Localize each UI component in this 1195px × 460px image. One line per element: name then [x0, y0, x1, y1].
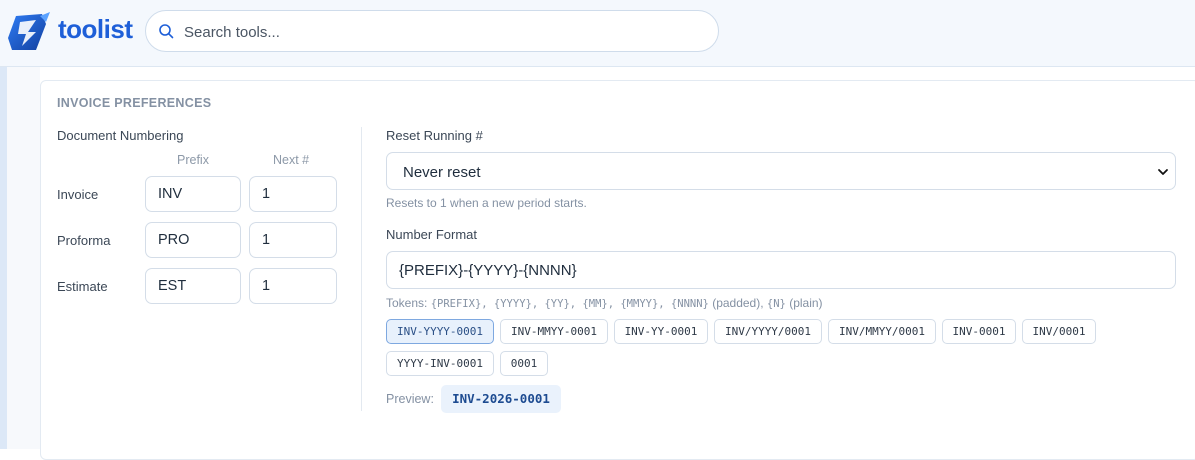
proforma-row-label: Proforma	[57, 233, 111, 248]
column-divider	[361, 127, 362, 411]
search-icon	[159, 24, 174, 39]
format-preset-chip[interactable]: YYYY-INV-0001	[386, 351, 494, 376]
brand-name[interactable]: toolist	[58, 14, 133, 45]
tokens-codes: {PREFIX}, {YYYY}, {YY}, {MM}, {MMYY}, {N…	[430, 298, 709, 310]
proforma-next-number-input[interactable]	[249, 222, 337, 258]
tokens-plain-note: (plain)	[785, 296, 823, 310]
format-preset-chip[interactable]: INV/MMYY/0001	[828, 319, 936, 344]
number-format-input[interactable]	[386, 251, 1176, 289]
format-preset-chip[interactable]: INV/YYYY/0001	[714, 319, 822, 344]
invoice-next-number-input[interactable]	[249, 176, 337, 212]
estimate-row-label: Estimate	[57, 279, 108, 294]
sidebar-edge	[0, 67, 7, 449]
tokens-padded-note: (padded),	[708, 296, 767, 310]
reset-help-text: Resets to 1 when a new period starts.	[386, 196, 587, 210]
section-title: INVOICE PREFERENCES	[57, 96, 212, 110]
toolist-logo-icon[interactable]	[6, 10, 52, 54]
preview-label: Preview:	[386, 392, 434, 406]
estimate-next-number-input[interactable]	[249, 268, 337, 304]
reset-running-select[interactable]: Never reset	[386, 152, 1176, 190]
number-format-label: Number Format	[386, 227, 478, 242]
top-header: toolist	[0, 0, 1195, 67]
tokens-prefix: Tokens:	[386, 296, 431, 310]
tokens-help-text: Tokens: {PREFIX}, {YYYY}, {YY}, {MM}, {M…	[386, 296, 823, 310]
estimate-prefix-input[interactable]	[145, 268, 241, 304]
search-input[interactable]	[182, 19, 686, 45]
page-gutter	[7, 67, 40, 449]
preview-value-badge: INV-2026-0001	[441, 385, 561, 413]
chevron-down-icon	[1158, 169, 1168, 175]
search-bar[interactable]	[145, 10, 719, 52]
next-number-column-header: Next #	[273, 153, 310, 167]
tokens-n-code: {N}	[766, 298, 786, 310]
format-preset-chip[interactable]: INV-YY-0001	[614, 319, 708, 344]
format-preset-chip[interactable]: 0001	[500, 351, 548, 376]
reset-running-selected-value: Never reset	[403, 164, 481, 181]
format-preset-chip[interactable]: INV-YYYY-0001	[386, 319, 494, 344]
format-preset-chip[interactable]: INV-0001	[942, 319, 1016, 344]
proforma-prefix-input[interactable]	[145, 222, 241, 258]
invoice-row-label: Invoice	[57, 187, 99, 202]
format-preset-chip[interactable]: INV/0001	[1022, 319, 1096, 344]
invoice-prefix-input[interactable]	[145, 176, 241, 212]
reset-running-label: Reset Running #	[386, 128, 483, 143]
format-preset-chip[interactable]: INV-MMYY-0001	[500, 319, 608, 344]
prefix-column-header: Prefix	[177, 153, 209, 167]
document-numbering-title: Document Numbering	[57, 128, 184, 143]
